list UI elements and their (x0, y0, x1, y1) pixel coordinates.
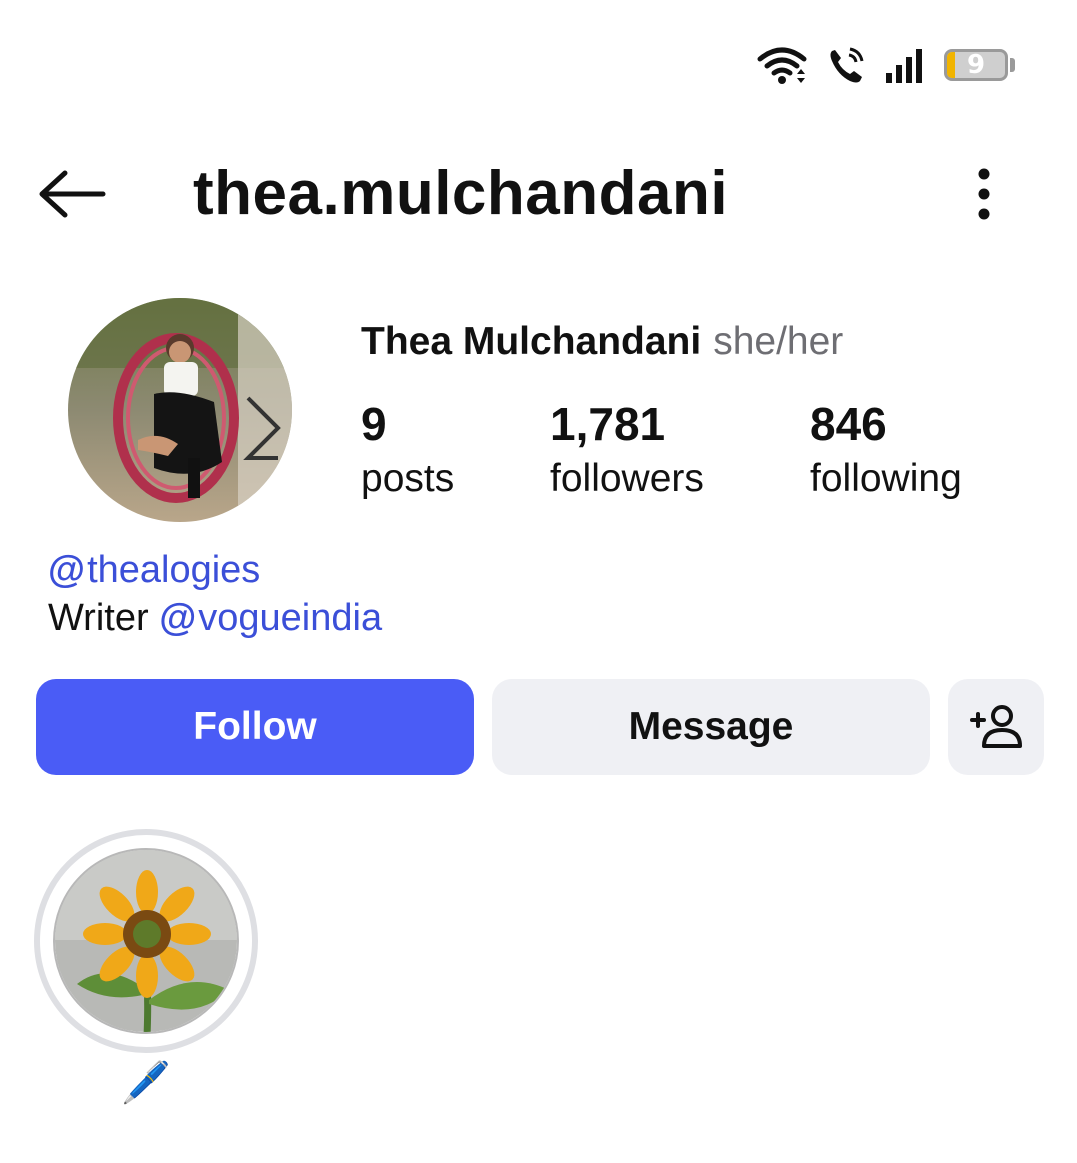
suggested-users-button[interactable] (948, 679, 1044, 775)
battery-level: 9 (966, 50, 986, 80)
posts-label: posts (361, 457, 455, 500)
wifi-icon (757, 47, 807, 84)
full-name: Thea Mulchandani (361, 320, 702, 363)
more-options-button[interactable] (962, 164, 1006, 224)
threads-icon: @ (159, 597, 197, 639)
message-button[interactable]: Message (492, 679, 930, 775)
sunflower-image (55, 850, 237, 1032)
arrow-left-icon (39, 170, 106, 218)
wifi-calling-icon (830, 47, 864, 83)
threads-handle: thealogies (87, 549, 261, 591)
bio-text: Writer (48, 597, 149, 639)
battery-icon: 9 (944, 49, 1008, 81)
highlight-cover (53, 848, 239, 1034)
following-label: following (810, 457, 962, 500)
pronouns: she/her (713, 320, 844, 363)
highlight-label: 🖊️ (121, 1060, 171, 1106)
more-vertical-icon (978, 168, 990, 220)
followers-count: 1,781 (550, 398, 666, 450)
page-title: thea.mulchandani (193, 159, 729, 228)
bio: @thealogies Writer @vogueindia (48, 546, 382, 642)
avatar[interactable] (68, 298, 292, 522)
profile-name-line: Thea Mulchandani she/her (361, 318, 843, 366)
story-highlight[interactable] (34, 829, 258, 1053)
stat-posts[interactable]: 9 posts (361, 396, 454, 506)
stat-followers[interactable]: 1,781 followers (550, 396, 704, 506)
follow-button[interactable]: Follow (36, 679, 474, 775)
status-bar: 9 (756, 40, 1015, 90)
add-user-icon (970, 705, 1022, 748)
followers-label: followers (550, 457, 704, 500)
threads-icon: @ (48, 549, 86, 591)
mention-link[interactable]: @vogueindia (159, 597, 382, 639)
threads-link[interactable]: @thealogies (48, 546, 382, 594)
cellular-signal-icon (886, 49, 922, 83)
mention-handle: vogueindia (198, 597, 383, 639)
posts-count: 9 (361, 398, 387, 450)
stat-following[interactable]: 846 following (810, 396, 962, 506)
profile-photo (68, 298, 292, 522)
bio-line: Writer @vogueindia (48, 594, 382, 642)
back-button[interactable] (36, 162, 108, 226)
following-count: 846 (810, 398, 887, 450)
